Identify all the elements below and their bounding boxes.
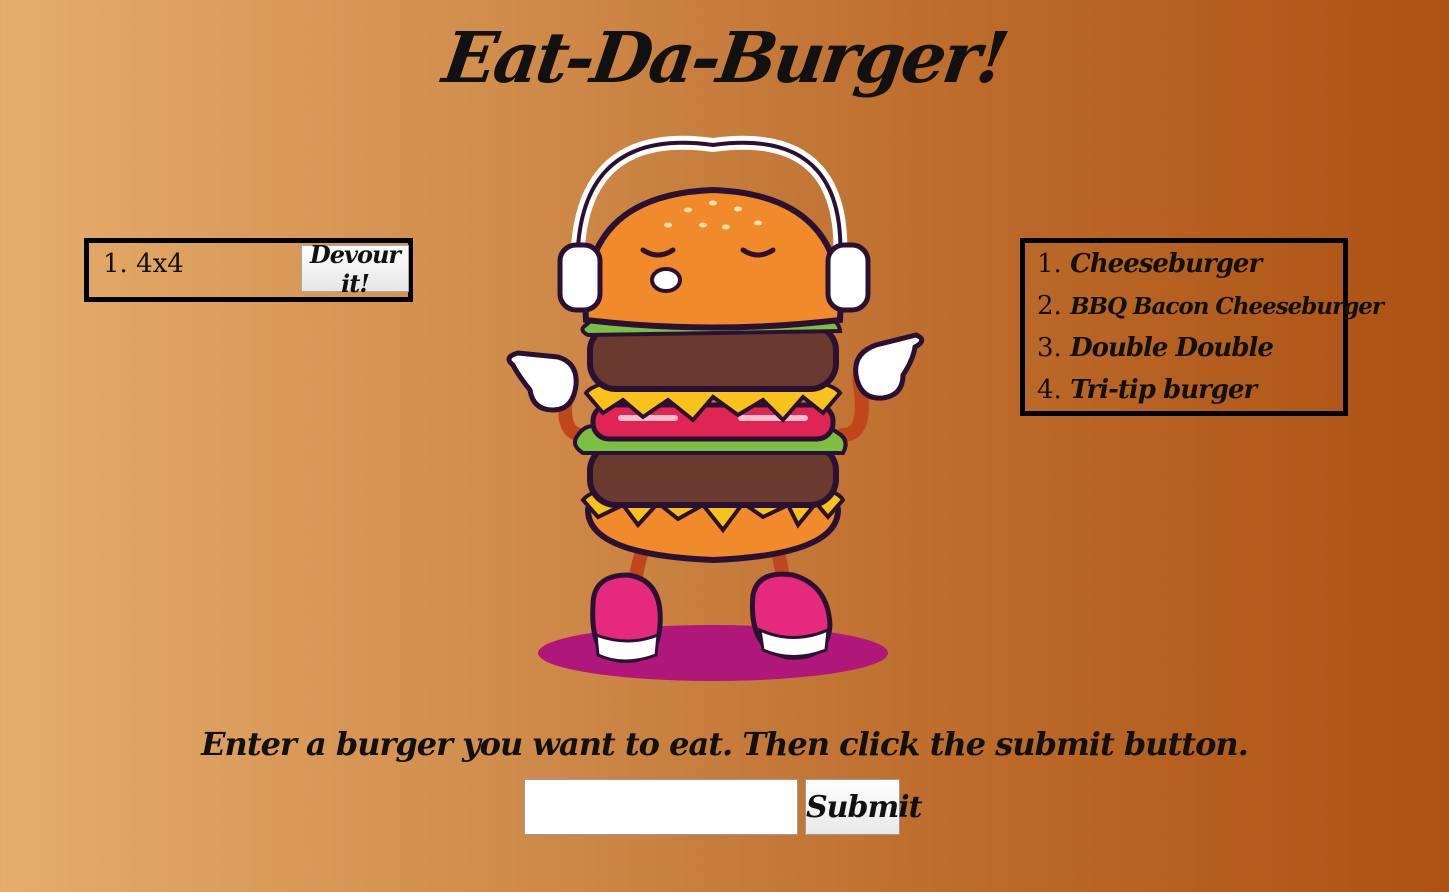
- list-item: 3. Double Double: [1037, 333, 1274, 363]
- list-item-name: 4x4: [136, 249, 184, 279]
- eaten-list: 1. Cheeseburger 2. BBQ Bacon Cheeseburge…: [1020, 238, 1384, 416]
- devour-button[interactable]: Devour it!: [301, 240, 409, 298]
- list-item-number: 3.: [1037, 333, 1062, 363]
- burger-name-input[interactable]: [524, 779, 798, 835]
- list-item-number: 1.: [1037, 249, 1062, 279]
- list-item-number: 1.: [103, 249, 128, 279]
- list-item: 1. Cheeseburger: [1037, 249, 1262, 279]
- list-item-name: Tri-tip burger: [1070, 375, 1257, 405]
- list-item-number: 2.: [1037, 291, 1062, 321]
- list-item: 4. Tri-tip burger: [1037, 375, 1257, 405]
- submit-button[interactable]: Submit: [805, 779, 922, 835]
- form-prompt: Enter a burger you want to eat. Then cli…: [201, 725, 1249, 763]
- list-item: 2. BBQ Bacon Cheeseburger: [1037, 291, 1384, 321]
- list-item-name: BBQ Bacon Cheeseburger: [1070, 293, 1384, 320]
- list-item-number: 4.: [1037, 375, 1062, 405]
- page-title: Eat-Da-Burger!: [438, 16, 1012, 99]
- list-item: 1. 4x4: [103, 249, 184, 279]
- burger-mascot-illustration: [506, 135, 925, 681]
- list-item-name: Cheeseburger: [1070, 249, 1262, 279]
- devour-list: 1. 4x4 Devour it!: [84, 238, 413, 302]
- list-item-name: Double Double: [1070, 333, 1274, 363]
